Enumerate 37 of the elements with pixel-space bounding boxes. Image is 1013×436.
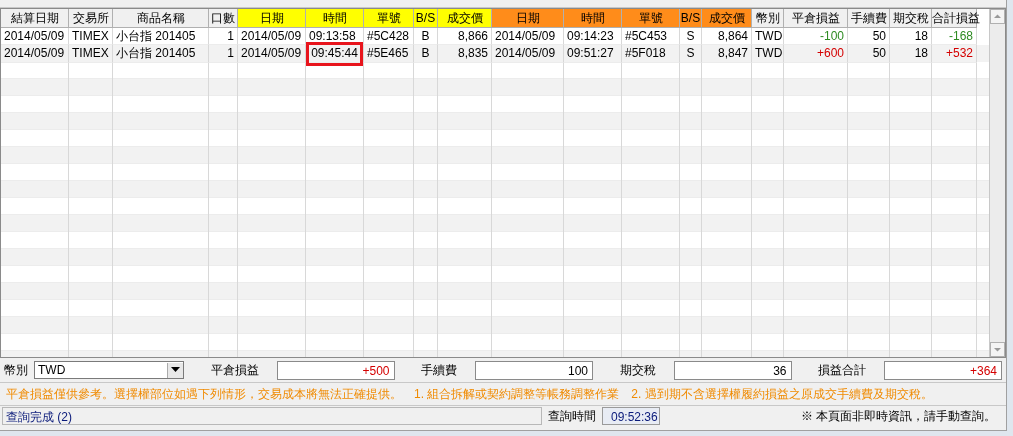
column-header[interactable]: 口數 (209, 9, 238, 28)
column-header[interactable]: 手續費 (848, 9, 890, 28)
query-time-value: 09:52:36 (602, 407, 660, 425)
value-field: 36 (673, 360, 792, 380)
column-header[interactable]: 期交稅 (890, 9, 932, 28)
scroll-up-icon[interactable] (990, 9, 1005, 24)
column-header[interactable]: 成交價 (438, 9, 492, 28)
field-label: 平倉損益 (210, 361, 259, 379)
column-header[interactable]: 日期 (238, 9, 306, 28)
column-header[interactable]: 幣別 (752, 9, 784, 28)
notice-text: 平倉損益僅供參考。選擇權部位如遇下列情形，交易成本將無法正確提供。 1. 組合拆解或契約調整等帳務調整作業 2. 遇到期不含選擇權履約損益之原成交手續費及期交稅。 (0, 383, 1006, 406)
scrollbar[interactable] (989, 9, 1005, 357)
currency-dropdown[interactable]: TWD (34, 361, 184, 379)
column-header[interactable]: 單號 (622, 9, 680, 28)
column-header[interactable]: 時間 (564, 9, 622, 28)
field-label: 手續費 (421, 361, 457, 379)
currency-label: 幣別 (4, 361, 28, 379)
column-header[interactable]: 平倉損益 (784, 9, 848, 28)
value-field: +364 (884, 360, 1002, 380)
status-message: 查詢完成 (2) (2, 407, 542, 425)
realtime-note: ※ 本頁面非即時資訊，請手動查詢。 (799, 407, 997, 425)
column-header[interactable]: B/S (414, 9, 438, 28)
column-header[interactable]: 單號 (364, 9, 414, 28)
column-header[interactable]: B/S (680, 9, 702, 28)
value-field: 100 (475, 360, 593, 380)
dropdown-arrow-icon (171, 367, 180, 373)
column-header[interactable]: 成交價 (702, 9, 752, 28)
column-header[interactable]: 結算日期 (1, 9, 69, 28)
value-field: +500 (276, 360, 395, 380)
field-label: 損益合計 (818, 361, 866, 379)
column-header[interactable]: 商品名稱 (113, 9, 209, 28)
column-header[interactable]: 交易所 (69, 9, 113, 28)
query-time-label: 查詢時間 (548, 407, 596, 425)
column-header[interactable]: 時間 (306, 9, 364, 28)
scroll-down-icon[interactable] (990, 342, 1005, 357)
field-label: 期交稅 (619, 361, 656, 379)
column-header[interactable]: 日期 (492, 9, 564, 28)
